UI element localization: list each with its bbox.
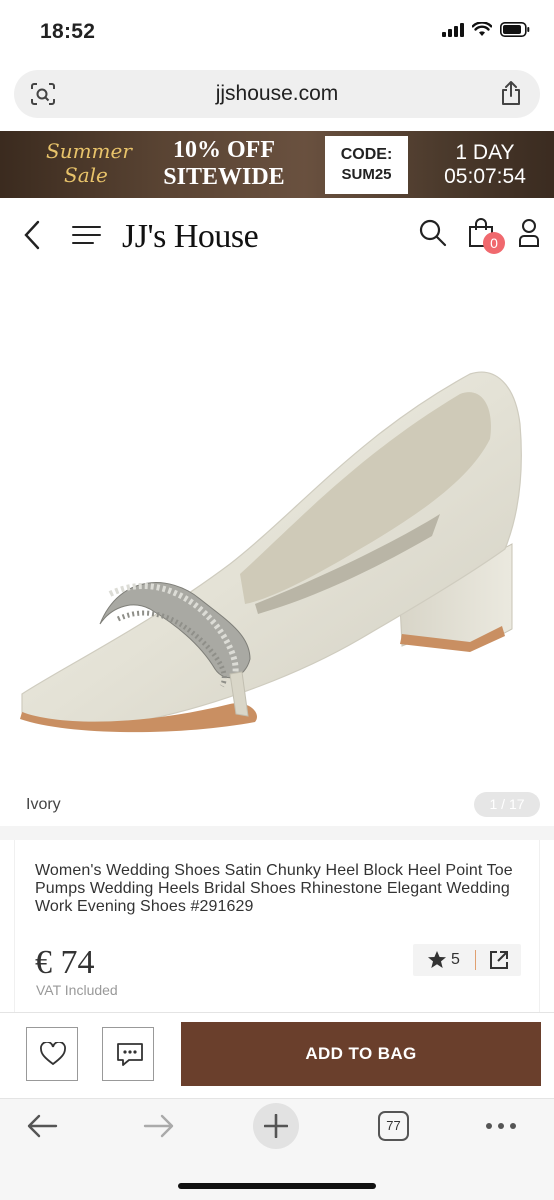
product-info-card: Women's Wedding Shoes Satin Chunky Heel … (14, 840, 540, 1012)
code-label: CODE: (340, 146, 393, 163)
product-title: Women's Wedding Shoes Satin Chunky Heel … (35, 862, 513, 915)
countdown-timer: 1 DAY 05:07:54 (430, 141, 540, 189)
rating-share-box[interactable]: 5 (413, 944, 521, 976)
share-icon[interactable] (500, 80, 522, 111)
url-text[interactable]: jjshouse.com (14, 82, 540, 106)
hamburger-menu-icon[interactable] (72, 224, 102, 251)
rating-separator (475, 950, 476, 970)
wishlist-button[interactable] (26, 1027, 78, 1081)
countdown-time: 05:07:54 (444, 165, 526, 188)
address-bar[interactable]: jjshouse.com (14, 70, 540, 118)
browser-back-icon[interactable] (26, 1113, 58, 1144)
chat-button[interactable] (102, 1027, 154, 1081)
rating-value: 5 (451, 951, 460, 968)
clock: 18:52 (40, 20, 96, 43)
summer-text: Summer (46, 139, 132, 163)
shoe-illustration (20, 371, 522, 733)
add-to-bag-button[interactable]: ADD TO BAG (181, 1022, 541, 1086)
product-image[interactable] (0, 274, 554, 819)
chat-bubble-icon (117, 1043, 143, 1066)
purchase-action-bar: ADD TO BAG (0, 1012, 554, 1098)
home-indicator[interactable] (178, 1183, 376, 1189)
site-logo[interactable]: JJ's House (122, 218, 259, 256)
wifi-icon (472, 22, 492, 36)
offer-text: 10% OFF SITEWIDE (150, 137, 298, 191)
offer-line-1: 10% OFF (173, 137, 275, 163)
battery-icon (500, 22, 530, 37)
plus-icon (264, 1114, 288, 1138)
color-label: Ivory (26, 796, 61, 813)
code-value: SUM25 (341, 166, 392, 183)
vat-note: VAT Included (36, 982, 118, 998)
status-icons (442, 22, 530, 37)
back-arrow-icon[interactable] (22, 220, 42, 255)
site-header: JJ's House (0, 198, 554, 274)
countdown-days: 1 DAY (455, 141, 515, 164)
section-divider (0, 826, 554, 840)
tab-switcher-button[interactable]: 77 (378, 1111, 409, 1141)
heart-icon (40, 1042, 66, 1066)
share-product-icon[interactable] (489, 950, 509, 975)
image-counter: 1 / 17 (474, 792, 540, 817)
more-options-icon[interactable] (484, 1113, 518, 1144)
user-account-icon[interactable] (518, 218, 540, 253)
sale-text: Sale (64, 163, 108, 187)
cart-count-badge: 0 (483, 232, 505, 254)
summer-sale-script: Summer Sale (46, 139, 136, 187)
browser-forward-icon[interactable] (143, 1113, 175, 1144)
status-bar: 18:52 (0, 0, 554, 64)
product-price: € 74 (35, 944, 95, 981)
new-tab-button[interactable] (253, 1103, 299, 1149)
search-icon[interactable] (418, 218, 448, 253)
offer-line-2: SITEWIDE (163, 164, 285, 190)
signal-icon (442, 22, 464, 37)
star-icon (427, 950, 447, 975)
promo-code-box: CODE: SUM25 (325, 136, 408, 194)
